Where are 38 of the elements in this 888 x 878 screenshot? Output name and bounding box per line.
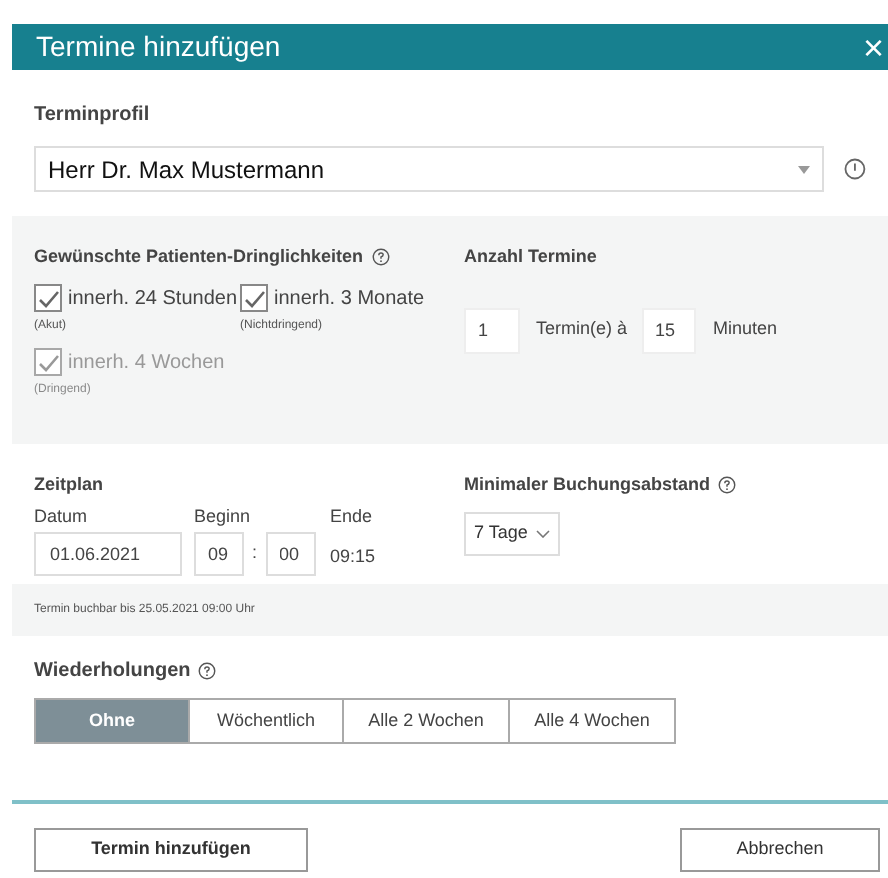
section-label: Wiederholungen xyxy=(34,658,191,686)
section-label: Zeitplan xyxy=(34,472,106,498)
checkbox-label: innerh. 4 Wochen xyxy=(68,349,225,377)
checkbox[interactable] xyxy=(34,284,62,312)
minute-field[interactable]: 00 xyxy=(265,532,316,576)
gap-select[interactable]: 7 Tage xyxy=(464,511,560,555)
field-label: Terminprofil xyxy=(34,102,152,130)
checkbox[interactable] xyxy=(240,284,268,312)
caret-icon xyxy=(798,165,811,173)
count-text: Termin(e) à xyxy=(536,316,628,343)
close-button[interactable]: × xyxy=(862,29,884,65)
help-icon[interactable] xyxy=(371,248,390,267)
chevron-icon xyxy=(535,529,550,537)
section-label: Anzahl Termine xyxy=(464,244,599,270)
field-label: Beginn xyxy=(194,503,253,530)
cancel-button[interactable]: Abbrechen xyxy=(680,828,880,872)
checkbox-label: innerh. 24 Stunden xyxy=(68,285,238,313)
segment-button[interactable]: Alle 4 Wochen xyxy=(508,698,676,744)
section-label: Minimaler Buchungsabstand xyxy=(464,472,711,498)
field-label: Ende xyxy=(330,503,375,529)
minutes-field[interactable]: 15 xyxy=(641,307,696,353)
help-icon[interactable] xyxy=(718,476,737,495)
segment-button[interactable]: Alle 2 Wochen xyxy=(342,698,510,744)
help-icon[interactable] xyxy=(198,662,217,680)
date-field[interactable]: 01.06.2021 xyxy=(34,532,182,576)
dialog-title: Termine hinzufügen xyxy=(36,28,281,66)
hour-field[interactable]: 09 xyxy=(194,532,244,576)
add-button[interactable]: Termin hinzufügen xyxy=(34,828,308,872)
time-separator: : xyxy=(252,540,258,567)
field-label: Datum xyxy=(34,503,90,529)
end-time: 09:15 xyxy=(330,544,376,570)
count-field[interactable]: 1 xyxy=(464,307,520,353)
minutes-text: Minuten xyxy=(713,316,778,343)
checkbox-label: innerh. 3 Monate xyxy=(274,285,425,313)
info-icon[interactable] xyxy=(844,158,866,180)
section-label: Gewünschte Patienten-Dringlichkeiten xyxy=(34,244,364,270)
segment-button[interactable]: Wöchentlich xyxy=(188,698,344,744)
profile-select[interactable]: Herr Dr. Max Mustermann xyxy=(34,146,825,192)
